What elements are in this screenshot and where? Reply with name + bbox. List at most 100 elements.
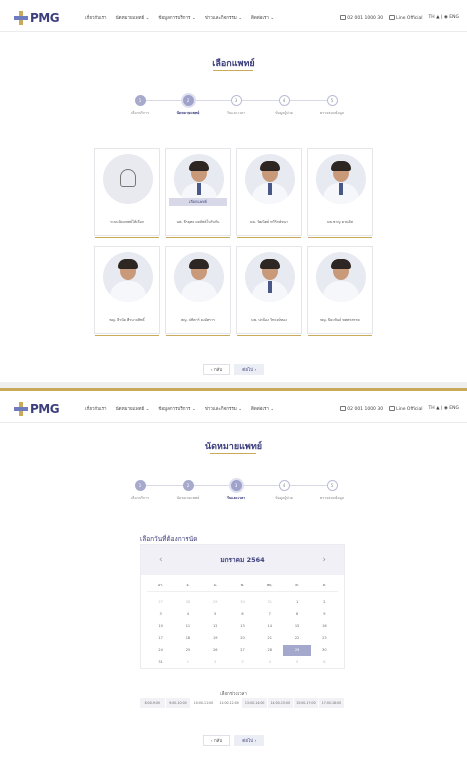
calendar-day[interactable]: 22	[283, 633, 310, 644]
doctor-card[interactable]: พญ. ธีรนัย พีรนาถสิทธิ์	[94, 246, 160, 336]
logo[interactable]: PMG	[14, 401, 60, 416]
time-slot[interactable]: 9:00-10:00	[165, 698, 192, 708]
calendar-day[interactable]: 3	[147, 609, 174, 620]
doctor-selection-screen: PMG เกี่ยวกับเรา นัดหมายแพทย์ ⌄ ข้อมูลกา…	[0, 0, 467, 382]
calendar-day[interactable]: 11	[174, 621, 201, 632]
calendar-day[interactable]: 26	[202, 645, 229, 656]
doctor-card[interactable]: นพ. ปกป้อง วิทวงษ์ทอง	[236, 246, 302, 336]
calendar-day: 4	[268, 660, 271, 664]
calendar-month: มกราคม 2564	[220, 556, 265, 564]
calendar-day[interactable]: 24	[147, 645, 174, 656]
line-link[interactable]: Line Official	[389, 405, 423, 412]
language-switch[interactable]: TH ▲ | ◉ ENG	[429, 15, 459, 20]
time-slot[interactable]: 17:00-18:00	[319, 698, 345, 708]
logo[interactable]: PMG	[14, 10, 60, 25]
doctor-card-auto[interactable]: ระบบจัดแพทย์ให้เลือก	[94, 148, 160, 238]
nav-appointment[interactable]: นัดหมายแพทย์ ⌄	[116, 14, 150, 21]
logo-cross-icon	[14, 401, 28, 416]
calendar-day[interactable]: 31	[147, 657, 174, 668]
calendar-day: 31	[267, 600, 273, 604]
calendar-day[interactable]: 29	[283, 645, 311, 656]
next-month-icon[interactable]: ›	[322, 555, 326, 565]
doctor-card[interactable]: พญ. ปิยะพันธ์ ทศพรสรรค	[307, 246, 373, 336]
calendar-day[interactable]: 25	[174, 645, 201, 656]
nav-contact[interactable]: ติดต่อเรา ⌄	[251, 14, 274, 21]
calendar-day[interactable]: 20	[229, 633, 256, 644]
calendar-day[interactable]: 1	[283, 597, 310, 608]
doctor-card[interactable]: นพ.ชาญ ควนดิส	[307, 148, 373, 238]
nav-services[interactable]: ข้อมูลการบริการ ⌄	[158, 14, 195, 21]
step-5: 5 ตรวจสอบข้อมูล	[308, 95, 356, 116]
weekday-header: พฤ.	[256, 579, 284, 592]
weekday-header: ศ.	[283, 579, 311, 592]
calendar-day[interactable]: 18	[174, 633, 201, 644]
nav-services[interactable]: ข้อมูลการบริการ ⌄	[158, 405, 195, 412]
phone-link[interactable]: 02 001 1000 30	[340, 14, 383, 21]
nav-contact[interactable]: ติดต่อเรา ⌄	[251, 405, 274, 412]
calendar-day: 30	[240, 600, 245, 604]
select-date-label: เลือกวันที่ต้องการนัด	[140, 535, 198, 543]
time-slot[interactable]: 11:00-12:00	[216, 698, 243, 708]
time-slot[interactable]: 10:00-11:00	[191, 698, 217, 708]
calendar-day[interactable]: 30	[311, 645, 338, 656]
weekday-header: จ.	[174, 579, 202, 592]
calendar-day[interactable]: 15	[283, 621, 310, 632]
calendar-day[interactable]: 14	[256, 621, 283, 632]
doctor-photo	[174, 154, 224, 204]
back-button[interactable]: ‹ กลับ	[202, 364, 231, 375]
calendar-day[interactable]: 13	[229, 621, 256, 632]
calendar-day[interactable]: 27	[229, 645, 256, 656]
nav-about[interactable]: เกี่ยวกับเรา	[85, 405, 107, 412]
title-underline	[210, 453, 256, 454]
doctor-card[interactable]: นพ. วัฒนิตย์ ทวีรักษ์ชนา	[236, 148, 302, 238]
selected-badge: เลือกแพทย์	[169, 198, 227, 206]
time-slot[interactable]: 15:00-17:00	[293, 698, 320, 708]
calendar-day[interactable]: 7	[256, 609, 283, 620]
calendar-day[interactable]: 5	[202, 609, 229, 620]
next-button[interactable]: ต่อไป ›	[234, 364, 265, 375]
time-slot[interactable]: 13:00-14:00	[242, 698, 268, 708]
page-title: นัดหมายแพทย์	[204, 442, 263, 452]
phone-link[interactable]: 02 001 1000 30	[340, 405, 383, 412]
doctor-photo	[316, 154, 366, 204]
calendar-day: 3	[241, 660, 244, 664]
calendar: ‹ มกราคม 2564 › อา. จ. อ. พ. พฤ. ศ. ส. 27 28 29 30…	[140, 544, 345, 669]
calendar-day[interactable]: 10	[147, 621, 174, 632]
language-switch[interactable]: TH ▲ | ◉ ENG	[429, 406, 459, 411]
calendar-day[interactable]: 4	[174, 609, 201, 620]
step-1: 1 เลือกบริการ	[116, 480, 164, 501]
line-link[interactable]: Line Official	[389, 14, 423, 21]
nav-news[interactable]: ข่าวและกิจกรรม ⌄	[205, 405, 242, 412]
pager: ‹ กลับ ต่อไป ›	[0, 735, 467, 746]
time-slots: 8:00-9:00 9:00-10:00 10:00-11:00 11:00-12:0…	[140, 698, 345, 708]
calendar-day: 28	[185, 600, 191, 604]
calendar-day[interactable]: 12	[202, 621, 229, 632]
next-button[interactable]: ต่อไป ›	[234, 735, 265, 746]
nav-about[interactable]: เกี่ยวกับเรา	[85, 14, 107, 21]
doctor-card[interactable]: เลือกแพทย์ นพ. ธีรยุทธ ผลลัพธ์ใบรับกัน	[165, 148, 231, 238]
step-4: 4 ข้อมูลผู้ป่วย	[260, 95, 308, 116]
calendar-day[interactable]: 19	[202, 633, 229, 644]
calendar-day[interactable]: 17	[147, 633, 174, 644]
top-nav: PMG เกี่ยวกับเรา นัดหมายแพทย์ ⌄ ข้อมูลกา…	[0, 4, 467, 32]
step-3: 3 วันและเวลา	[212, 95, 260, 116]
nav-news[interactable]: ข่าวและกิจกรรม ⌄	[205, 14, 242, 21]
calendar-day: 1	[186, 660, 190, 664]
calendar-day[interactable]: 2	[311, 597, 338, 608]
calendar-day[interactable]: 16	[311, 621, 338, 632]
calendar-day[interactable]: 21	[256, 633, 283, 644]
time-slot[interactable]: 8:00-9:00	[140, 698, 166, 708]
calendar-day[interactable]: 28	[256, 645, 283, 656]
doctor-card[interactable]: พญ. ปทิตาร์ ยงอัศราร	[165, 246, 231, 336]
doctor-photo	[103, 252, 153, 302]
nav-appointment[interactable]: นัดหมายแพทย์ ⌄	[116, 405, 150, 412]
back-button[interactable]: ‹ กลับ	[202, 735, 231, 746]
time-slot[interactable]: 14:00-15:00	[267, 698, 294, 708]
prev-month-icon[interactable]: ‹	[159, 555, 163, 565]
calendar-day[interactable]: 9	[311, 609, 338, 620]
calendar-day[interactable]: 8	[283, 609, 310, 620]
weekday-header: อา.	[147, 579, 175, 592]
calendar-day[interactable]: 6	[229, 609, 256, 620]
calendar-day[interactable]: 23	[311, 633, 338, 644]
line-icon	[389, 14, 396, 20]
